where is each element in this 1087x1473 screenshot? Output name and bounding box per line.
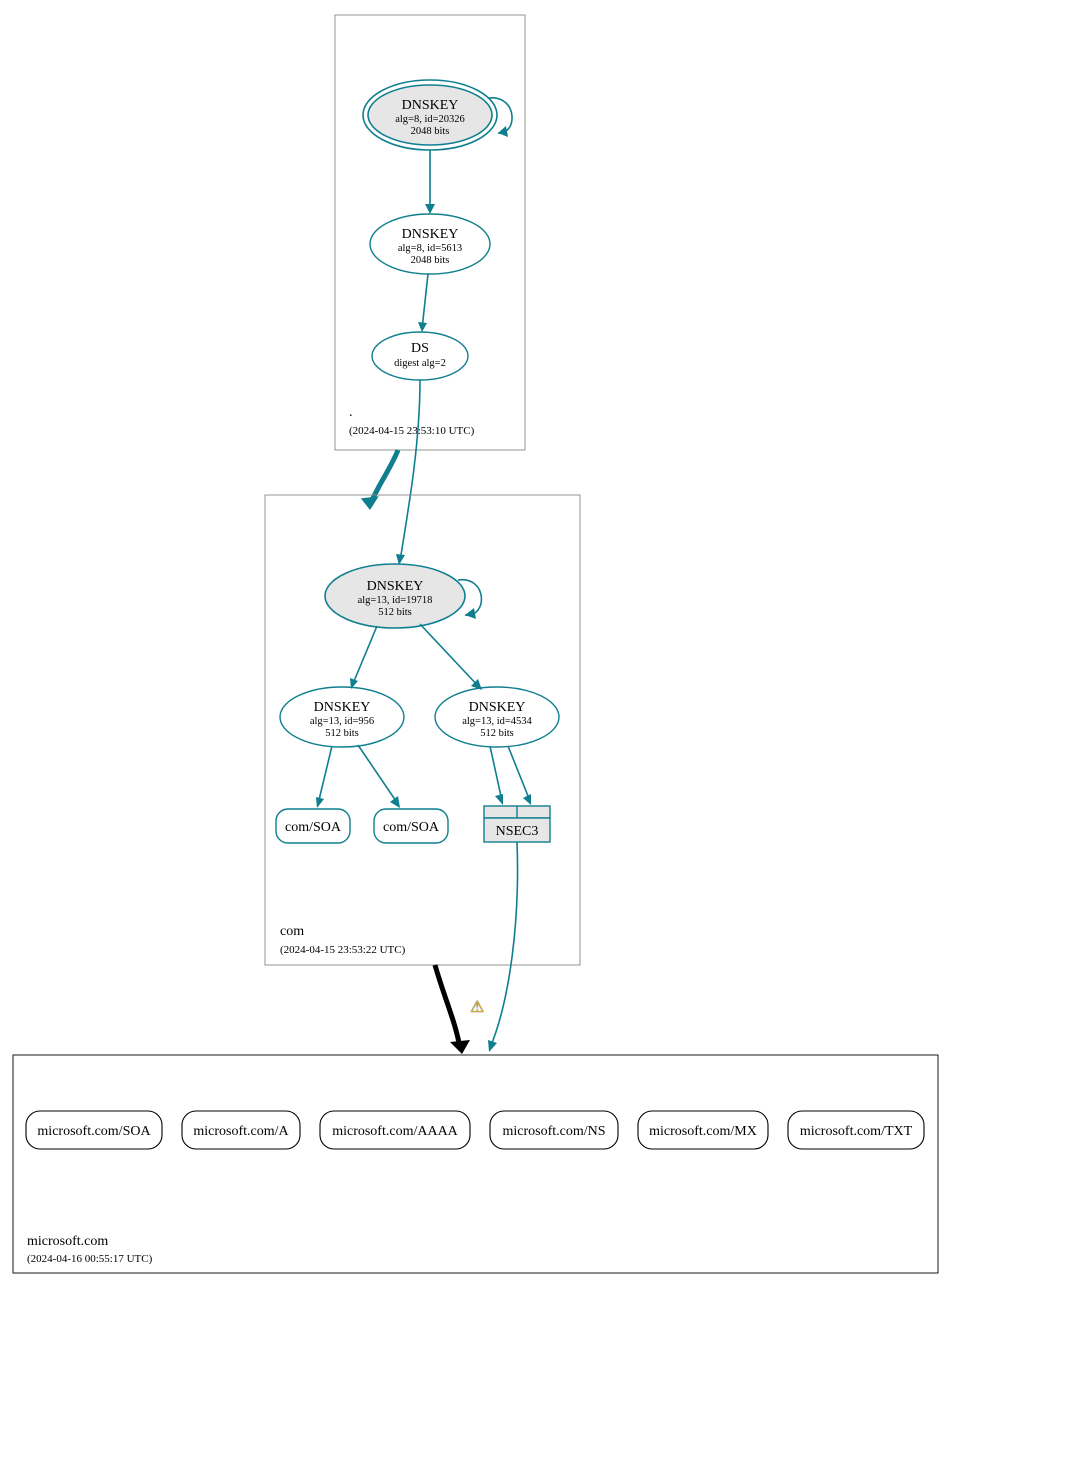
node-com-ksk: DNSKEY alg=13, id=19718 512 bits	[325, 564, 465, 628]
edge-com-zsk2-to-nsec3-a	[490, 746, 502, 801]
node-root-zsk: DNSKEY alg=8, id=5613 2048 bits	[370, 214, 490, 274]
node-ms-aaaa: microsoft.com/AAAA	[320, 1111, 470, 1149]
edge-com-ksk-to-zsk2	[420, 624, 480, 688]
node-com-zsk1-line2: alg=13, id=956	[310, 716, 374, 727]
zone-microsoft-box	[13, 1055, 938, 1273]
node-root-ksk: DNSKEY alg=8, id=20326 2048 bits	[363, 80, 497, 150]
node-com-zsk1: DNSKEY alg=13, id=956 512 bits	[280, 687, 404, 747]
node-root-zsk-line2: alg=8, id=5613	[398, 243, 462, 254]
node-ms-txt: microsoft.com/TXT	[788, 1111, 924, 1149]
node-com-nsec3-title: NSEC3	[496, 824, 539, 839]
edge-com-to-microsoft-zone	[435, 965, 460, 1048]
node-com-ksk-title: DNSKEY	[367, 579, 424, 594]
node-com-zsk2-line2: alg=13, id=4534	[462, 716, 532, 727]
node-root-ds-title: DS	[411, 341, 429, 356]
warning-icon: ⚠	[470, 999, 484, 1016]
node-com-zsk2-title: DNSKEY	[469, 700, 526, 715]
node-com-soa1-title: com/SOA	[285, 820, 342, 835]
node-root-ksk-line2: alg=8, id=20326	[395, 114, 465, 125]
node-root-ksk-title: DNSKEY	[402, 98, 459, 113]
edge-com-zsk1-to-soa1	[318, 746, 332, 804]
edge-com-zsk1-to-soa2	[358, 745, 398, 804]
dnssec-graph: . (2024-04-15 23:53:10 UTC) DNSKEY alg=8…	[0, 0, 1087, 1473]
node-ms-mx-title: microsoft.com/MX	[649, 1124, 757, 1139]
node-com-zsk1-line3: 512 bits	[325, 728, 359, 739]
node-ms-a: microsoft.com/A	[182, 1111, 300, 1149]
node-root-ds: DS digest alg=2	[372, 332, 468, 380]
node-ms-ns-title: microsoft.com/NS	[502, 1124, 605, 1139]
zone-microsoft-timestamp: (2024-04-16 00:55:17 UTC)	[27, 1253, 153, 1265]
node-ms-a-title: microsoft.com/A	[193, 1124, 289, 1139]
node-com-soa1: com/SOA	[276, 809, 350, 843]
node-root-zsk-title: DNSKEY	[402, 227, 459, 242]
node-root-zsk-line3: 2048 bits	[411, 255, 450, 266]
node-ms-soa-title: microsoft.com/SOA	[37, 1124, 151, 1139]
edge-com-zsk2-to-nsec3-b	[508, 746, 530, 801]
edge-nsec3-to-microsoft	[490, 842, 518, 1048]
node-root-ksk-line3: 2048 bits	[411, 126, 450, 137]
node-ms-txt-title: microsoft.com/TXT	[800, 1124, 913, 1139]
node-com-nsec3: NSEC3	[484, 806, 550, 842]
node-com-soa2: com/SOA	[374, 809, 448, 843]
node-root-ds-line2: digest alg=2	[394, 358, 446, 369]
zone-com-label: com	[280, 924, 304, 939]
edge-ds-to-com-ksk	[400, 380, 420, 561]
node-com-zsk2-line3: 512 bits	[480, 728, 514, 739]
node-com-ksk-line2: alg=13, id=19718	[358, 595, 433, 606]
node-ms-ns: microsoft.com/NS	[490, 1111, 618, 1149]
zone-root-label: .	[349, 405, 353, 420]
node-com-zsk1-title: DNSKEY	[314, 700, 371, 715]
zone-com-timestamp: (2024-04-15 23:53:22 UTC)	[280, 944, 406, 956]
node-com-ksk-line3: 512 bits	[378, 607, 412, 618]
node-com-soa2-title: com/SOA	[383, 820, 440, 835]
node-ms-soa: microsoft.com/SOA	[26, 1111, 162, 1149]
edge-root-zsk-to-ds	[422, 274, 428, 329]
zone-root-timestamp: (2024-04-15 23:53:10 UTC)	[349, 425, 475, 437]
zone-microsoft-label: microsoft.com	[27, 1234, 108, 1249]
node-com-zsk2: DNSKEY alg=13, id=4534 512 bits	[435, 687, 559, 747]
node-ms-aaaa-title: microsoft.com/AAAA	[332, 1124, 458, 1139]
node-ms-mx: microsoft.com/MX	[638, 1111, 768, 1149]
edge-com-ksk-to-zsk1	[352, 626, 377, 686]
edge-root-to-com-zone	[370, 450, 398, 505]
